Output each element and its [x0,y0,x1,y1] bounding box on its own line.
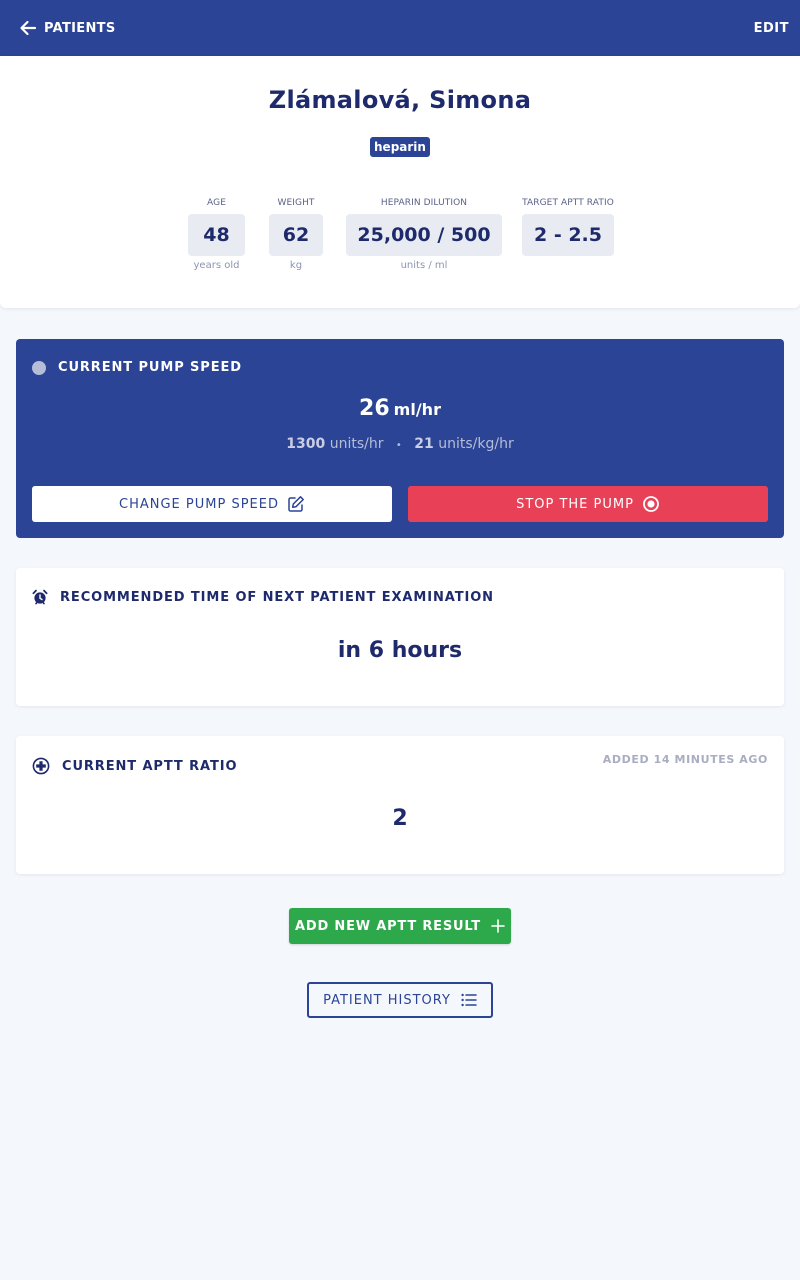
units-per-hour-label: units/hr [329,436,384,452]
add-aptt-result-button[interactable]: ADD NEW APTT RESULT [289,908,511,944]
stat-label: AGE [207,198,226,208]
stat-value: 25,000 / 500 [346,214,502,256]
stop-pump-button[interactable]: STOP THE PUMP [408,486,768,522]
stop-pump-label: STOP THE PUMP [516,496,634,512]
add-aptt-result-label: ADD NEW APTT RESULT [295,918,481,934]
pump-speed-value: 26 ml/hr [16,396,784,421]
current-aptt-card: CURRENT APTT RATIO ADDED 14 MINUTES AGO … [16,736,784,874]
patient-history-button[interactable]: PATIENT HISTORY [307,982,493,1018]
change-pump-speed-button[interactable]: CHANGE PUMP SPEED [32,486,392,522]
stat-label: WEIGHT [277,198,315,208]
pump-card-title: CURRENT PUMP SPEED [58,360,242,375]
stat-unit: years old [193,260,240,271]
edit-icon [288,496,304,512]
units-per-kg-value: 21 [414,436,434,452]
aptt-card-title: CURRENT APTT RATIO [62,758,238,774]
pump-card-header: CURRENT PUMP SPEED [32,360,242,375]
examination-card-title: RECOMMENDED TIME OF NEXT PATIENT EXAMINA… [60,589,494,605]
units-per-hour-value: 1300 [286,436,326,452]
change-pump-speed-label: CHANGE PUMP SPEED [119,496,279,512]
alarm-clock-icon [32,589,48,605]
stat-value: 62 [269,214,323,256]
drug-badge: heparin [370,137,430,157]
medical-cross-icon [32,757,50,775]
stat-value: 48 [188,214,245,256]
arrow-left-icon [20,20,37,36]
stat-value: 2 - 2.5 [522,214,614,256]
status-dot-icon [32,360,46,375]
stat-target-aptt-ratio: TARGET APTT RATIO 2 - 2.5 [522,196,614,256]
patient-history-label: PATIENT HISTORY [323,992,451,1008]
back-link-label: PATIENTS [44,20,116,36]
stop-record-icon [643,496,659,512]
pump-dose-details: 1300 units/hr • 21 units/kg/hr [16,436,784,452]
pump-speed-number: 26 [359,396,390,421]
units-per-kg-label: units/kg/hr [438,436,514,452]
examination-time-value: in 6 hours [337,638,463,663]
patient-name: Zlámalová, Simona [268,86,532,114]
aptt-added-timestamp: ADDED 14 MINUTES AGO [602,753,768,766]
aptt-ratio-value: 2 [392,806,408,831]
separator: • [395,440,402,451]
next-examination-card: RECOMMENDED TIME OF NEXT PATIENT EXAMINA… [16,568,784,706]
stat-weight: WEIGHT 62 kg [269,196,323,271]
back-to-patients-link[interactable]: PATIENTS [18,18,115,38]
examination-card-header: RECOMMENDED TIME OF NEXT PATIENT EXAMINA… [32,589,494,605]
edit-button[interactable]: EDIT [754,21,789,36]
stat-label: TARGET APTT RATIO [522,198,614,208]
stat-unit: kg [289,260,303,271]
patient-info-card: Zlámalová, Simona heparin AGE 48 years o… [0,56,800,308]
stat-label: HEPARIN DILUTION [380,198,468,208]
stat-heparin-dilution: HEPARIN DILUTION 25,000 / 500 units / ml [346,196,502,271]
pump-speed-card: CURRENT PUMP SPEED 26 ml/hr 1300 units/hr… [16,339,784,538]
list-icon [461,993,477,1007]
top-bar: PATIENTS EDIT [0,0,800,56]
pump-speed-unit: ml/hr [393,400,441,419]
stat-unit: units / ml [400,260,448,271]
plus-icon [491,919,505,933]
aptt-card-header: CURRENT APTT RATIO [32,757,237,775]
stat-age: AGE 48 years old [188,196,245,271]
